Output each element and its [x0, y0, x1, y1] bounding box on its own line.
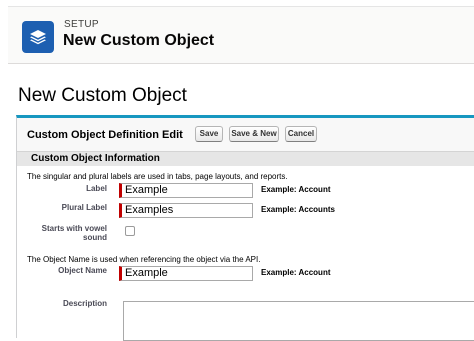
vowel-sound-checkbox[interactable]: [125, 226, 135, 236]
setup-title: New Custom Object: [63, 32, 215, 49]
plural-label-field-label: Plural Label: [61, 203, 107, 212]
cancel-button[interactable]: Cancel: [285, 126, 317, 142]
section-title: Custom Object Information: [31, 153, 160, 164]
plural-label-input[interactable]: Examples: [119, 203, 253, 218]
setup-kicker: SETUP: [64, 19, 99, 30]
label-input[interactable]: Example: [119, 183, 253, 198]
object-name-example: Example: Account: [261, 268, 331, 277]
page-title: New Custom Object: [18, 85, 187, 106]
save-and-new-button[interactable]: Save & New: [229, 126, 279, 142]
vowel-sound-label-line2: sound: [83, 233, 107, 242]
object-name-input[interactable]: Example: [119, 266, 253, 281]
label-example: Example: Account: [261, 185, 331, 194]
setup-header: SETUP New Custom Object: [8, 6, 474, 64]
object-name-field-label: Object Name: [58, 266, 107, 275]
panel-title: Custom Object Definition Edit: [27, 129, 183, 141]
save-button[interactable]: Save: [195, 126, 223, 142]
plural-label-example: Example: Accounts: [261, 205, 335, 214]
panel-header: Custom Object Definition Edit Save Save …: [17, 118, 474, 148]
label-field-label: Label: [86, 184, 107, 193]
vowel-sound-label-line1: Starts with vowel: [41, 224, 107, 233]
description-field-label: Description: [62, 299, 107, 308]
custom-object-edit-panel: Custom Object Definition Edit Save Save …: [16, 115, 474, 341]
labels-help-text: The singular and plural labels are used …: [27, 172, 288, 181]
description-textarea[interactable]: [123, 301, 474, 341]
layers-icon: [22, 21, 54, 53]
section-header: Custom Object Information: [17, 151, 474, 166]
object-name-help-text: The Object Name is used when referencing…: [27, 255, 261, 264]
